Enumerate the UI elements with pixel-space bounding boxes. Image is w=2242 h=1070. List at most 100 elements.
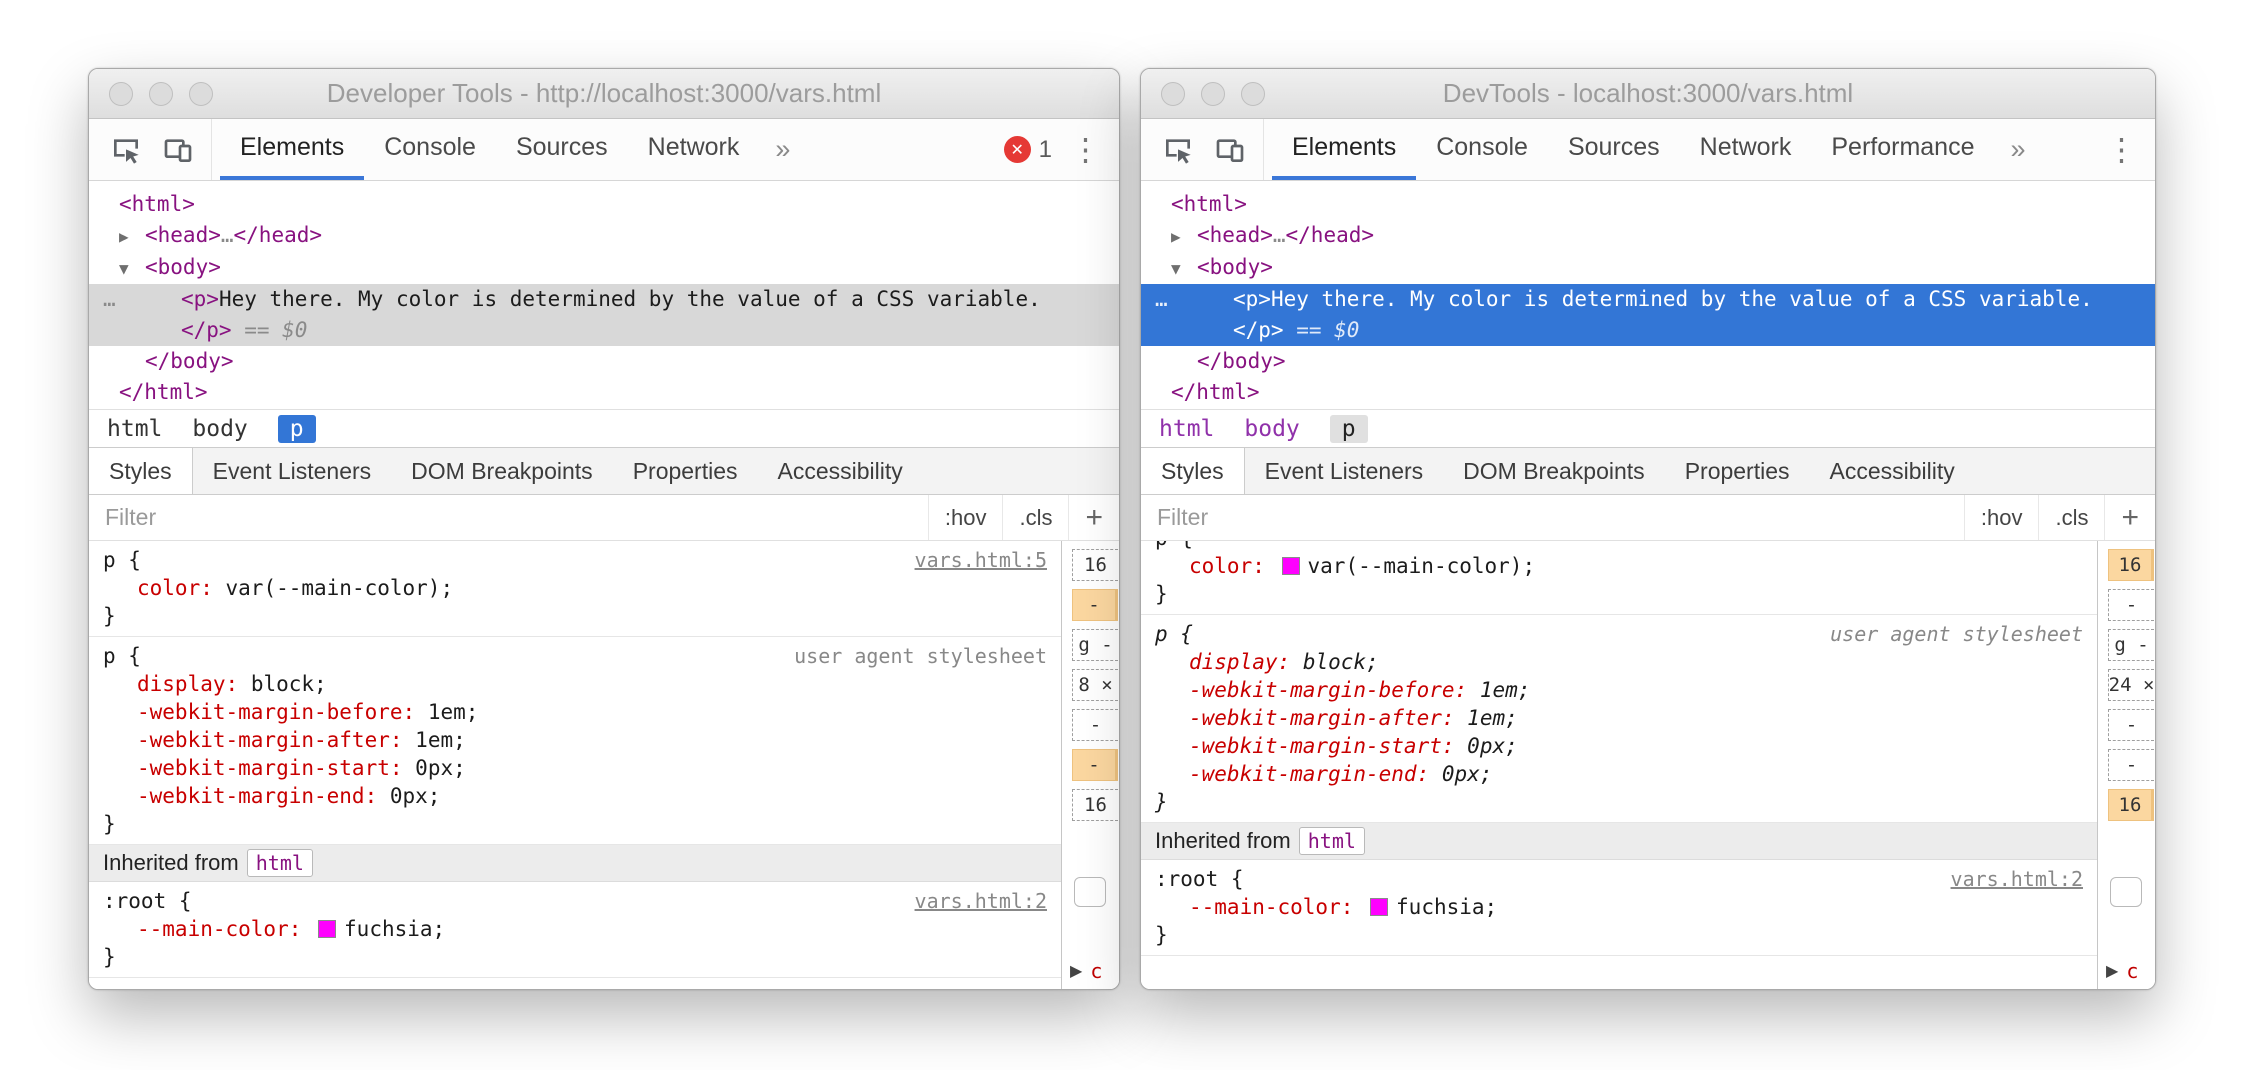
tab-console[interactable]: Console (364, 119, 496, 180)
tab-accessibility[interactable]: Accessibility (1810, 448, 1975, 494)
css-declaration[interactable]: -webkit-margin-end: 0px; (103, 782, 1047, 810)
inspect-element-icon[interactable] (1157, 129, 1199, 171)
css-declaration[interactable]: -webkit-margin-start: 0px; (1155, 732, 2083, 760)
dom-node-body-close[interactable]: </body> (1141, 346, 2155, 377)
overflow-marker[interactable]: … (1155, 284, 1168, 315)
selected-node-line-1[interactable]: <p>Hey there. My color is determined by … (181, 284, 1119, 315)
hover-state-button[interactable]: :hov (928, 495, 1003, 540)
css-declaration[interactable]: display: block; (103, 670, 1047, 698)
tab-properties[interactable]: Properties (1665, 448, 1810, 494)
css-rule-p-user-agent[interactable]: p { user agent stylesheet display: block… (1141, 615, 2097, 823)
dom-node-body-open[interactable]: ▼<body> (89, 252, 1119, 284)
kebab-menu-icon[interactable]: ⋮ (2106, 132, 2137, 168)
dom-node-html-close[interactable]: </html> (89, 377, 1119, 408)
css-declaration[interactable]: color: var(--main-color); (103, 574, 1047, 602)
device-toolbar-icon[interactable] (157, 129, 199, 171)
collapse-arrow-icon[interactable]: ▼ (119, 253, 145, 284)
css-declaration[interactable]: display: block; (1155, 648, 2083, 676)
css-selector[interactable]: p { (103, 546, 141, 574)
selected-node-line-1[interactable]: <p>Hey there. My color is determined by … (1233, 284, 2155, 315)
tab-event-listeners[interactable]: Event Listeners (193, 448, 392, 494)
tab-performance[interactable]: Performance (1811, 119, 1994, 180)
zoom-button[interactable] (189, 82, 213, 106)
css-rule-p-authored[interactable]: p { vars.html:5 color: var(--main-color)… (89, 541, 1061, 637)
css-rule-root[interactable]: :root { vars.html:2 --main-color: fuchsi… (89, 882, 1061, 978)
css-declaration[interactable]: color: var(--main-color); (1155, 552, 2083, 580)
breadcrumb-p-selected[interactable]: p (1330, 415, 1368, 443)
tab-dom-breakpoints[interactable]: DOM Breakpoints (1443, 448, 1665, 494)
dom-node-body-close[interactable]: </body> (89, 346, 1119, 377)
expander-arrow-icon[interactable]: ▶ (2106, 961, 2118, 981)
tab-styles[interactable]: Styles (89, 448, 193, 494)
css-rule-root[interactable]: :root { vars.html:2 --main-color: fuchsi… (1141, 860, 2097, 956)
expand-arrow-icon[interactable]: ▶ (119, 221, 145, 252)
overflow-marker[interactable]: … (103, 284, 116, 315)
kebab-menu-icon[interactable]: ⋮ (1070, 132, 1101, 168)
color-swatch-fuchsia[interactable] (1370, 898, 1388, 916)
tab-sources[interactable]: Sources (1548, 119, 1680, 180)
css-declaration[interactable]: -webkit-margin-start: 0px; (103, 754, 1047, 782)
css-selector[interactable]: :root { (1155, 865, 1244, 893)
dom-node-head[interactable]: ▶<head>…</head> (1141, 220, 2155, 252)
dom-node-html-close[interactable]: </html> (1141, 377, 2155, 408)
css-declaration[interactable]: -webkit-margin-before: 1em; (1155, 676, 2083, 704)
tab-accessibility[interactable]: Accessibility (758, 448, 923, 494)
hover-state-button[interactable]: :hov (1964, 495, 2039, 540)
error-badge[interactable]: ✕ 1 (1004, 136, 1052, 164)
color-swatch-fuchsia[interactable] (318, 920, 336, 938)
tab-styles[interactable]: Styles (1141, 448, 1245, 494)
dom-node-head[interactable]: ▶<head>…</head> (89, 220, 1119, 252)
selected-node-line-2[interactable]: </p> == $0 (181, 315, 1119, 346)
dom-node-html-open[interactable]: <html> (1141, 189, 2155, 220)
dom-node-p-selected[interactable]: … <p>Hey there. My color is determined b… (89, 284, 1119, 346)
tab-elements[interactable]: Elements (220, 119, 364, 180)
tab-properties[interactable]: Properties (613, 448, 758, 494)
more-panels-chevron-icon[interactable]: » (1994, 119, 2041, 180)
dom-node-html-open[interactable]: <html> (89, 189, 1119, 220)
css-rule-p-user-agent[interactable]: p { user agent stylesheet display: block… (89, 637, 1061, 845)
stylesheet-link[interactable]: vars.html:2 (915, 887, 1047, 915)
collapse-arrow-icon[interactable]: ▼ (1171, 253, 1197, 284)
breadcrumb-body[interactable]: body (192, 416, 247, 442)
titlebar[interactable]: Developer Tools - http://localhost:3000/… (89, 69, 1119, 119)
css-selector[interactable]: p { (1155, 620, 1193, 648)
zoom-button[interactable] (1241, 82, 1265, 106)
color-swatch-fuchsia[interactable] (1282, 557, 1300, 575)
element-classes-button[interactable]: .cls (2038, 495, 2104, 540)
inherited-html-tag-chip[interactable]: html (247, 849, 313, 877)
inspect-element-icon[interactable] (105, 129, 147, 171)
breadcrumb-html[interactable]: html (1159, 416, 1214, 442)
css-declaration[interactable]: -webkit-margin-end: 0px; (1155, 760, 2083, 788)
filter-input[interactable] (1141, 495, 1964, 540)
css-selector[interactable]: p { (1155, 541, 1193, 552)
selected-node-line-2[interactable]: </p> == $0 (1233, 315, 2155, 346)
breadcrumb-body[interactable]: body (1244, 416, 1299, 442)
css-declaration[interactable]: --main-color: fuchsia; (103, 915, 1047, 943)
element-classes-button[interactable]: .cls (1002, 495, 1068, 540)
dom-node-p-selected[interactable]: … <p>Hey there. My color is determined b… (1141, 284, 2155, 346)
inherited-html-tag-chip[interactable]: html (1299, 827, 1365, 855)
expand-arrow-icon[interactable]: ▶ (1171, 221, 1197, 252)
css-selector[interactable]: :root { (103, 887, 192, 915)
stylesheet-link[interactable]: vars.html:2 (1951, 865, 2083, 893)
close-button[interactable] (1161, 82, 1185, 106)
tab-dom-breakpoints[interactable]: DOM Breakpoints (391, 448, 613, 494)
tab-sources[interactable]: Sources (496, 119, 628, 180)
stylesheet-link[interactable]: vars.html:5 (915, 546, 1047, 574)
minimize-button[interactable] (149, 82, 173, 106)
more-panels-chevron-icon[interactable]: » (759, 119, 806, 180)
breadcrumb-p-selected[interactable]: p (278, 415, 316, 443)
new-style-rule-button[interactable]: + (1068, 495, 1119, 540)
device-toolbar-icon[interactable] (1209, 129, 1251, 171)
dom-node-body-open[interactable]: ▼<body> (1141, 252, 2155, 284)
titlebar[interactable]: DevTools - localhost:3000/vars.html (1141, 69, 2155, 119)
close-button[interactable] (109, 82, 133, 106)
css-selector[interactable]: p { (103, 642, 141, 670)
tab-event-listeners[interactable]: Event Listeners (1245, 448, 1444, 494)
css-rule-p-authored-scrolled[interactable]: p { color: var(--main-color); } (1141, 541, 2097, 615)
collapsed-content-ellipsis[interactable]: … (1273, 223, 1286, 247)
css-declaration[interactable]: -webkit-margin-after: 1em; (1155, 704, 2083, 732)
tab-elements[interactable]: Elements (1272, 119, 1416, 180)
breadcrumb-html[interactable]: html (107, 416, 162, 442)
css-declaration[interactable]: -webkit-margin-before: 1em; (103, 698, 1047, 726)
